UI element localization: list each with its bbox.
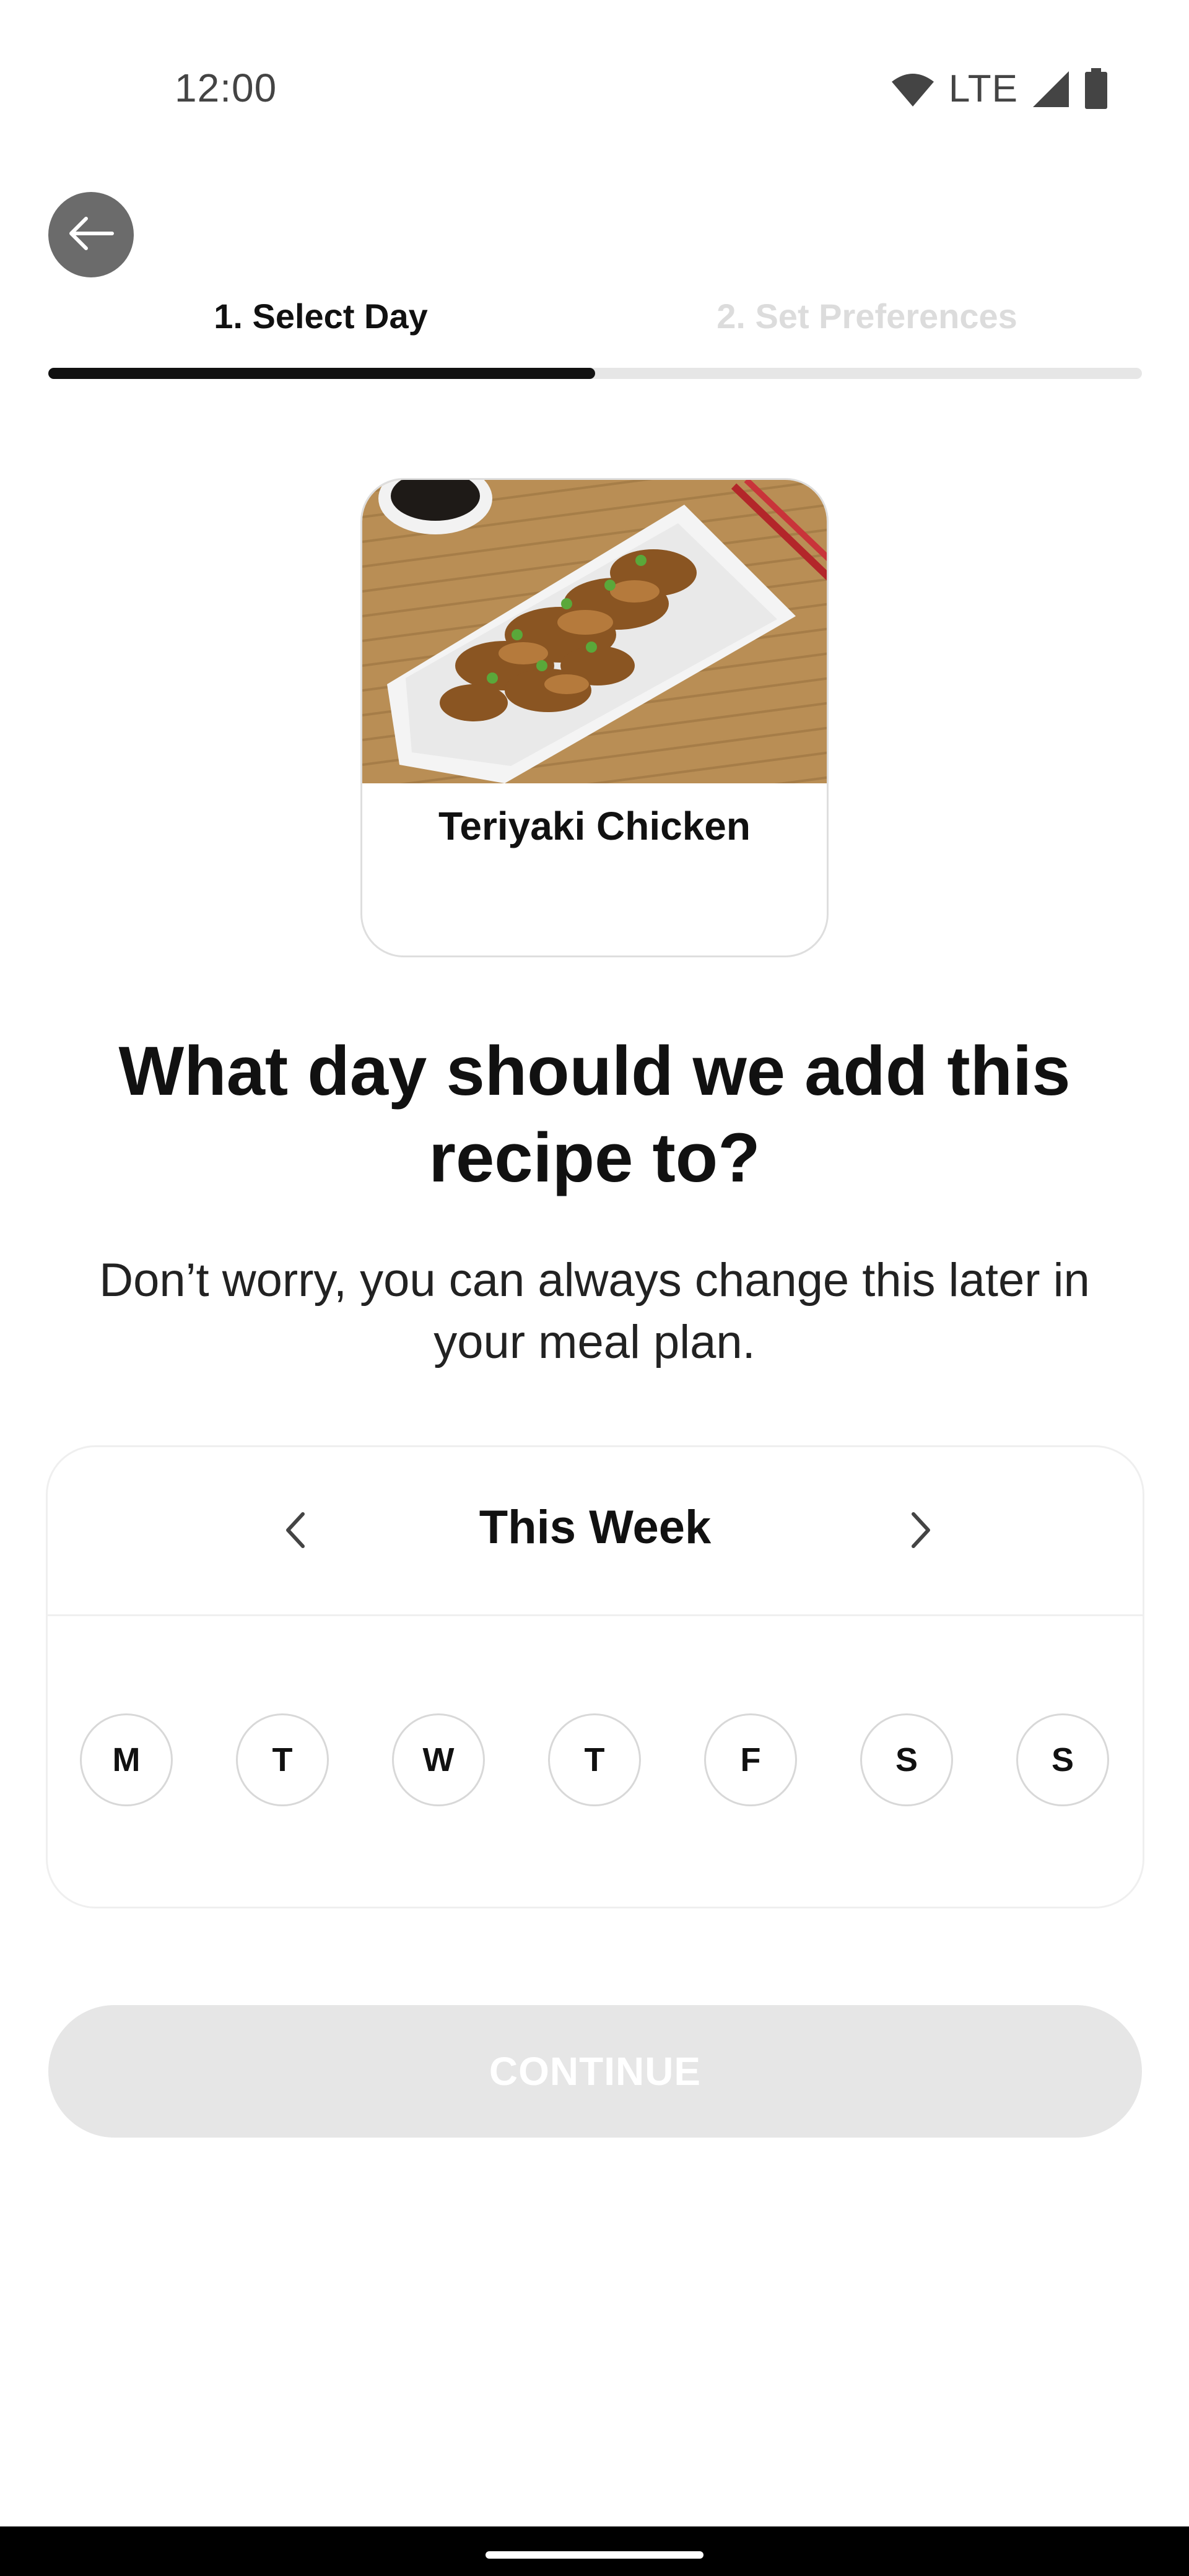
week-title: This Week	[479, 1501, 712, 1554]
status-icons: LTE	[891, 67, 1108, 111]
home-indicator[interactable]	[486, 2551, 703, 2559]
day-button-friday[interactable]: F	[704, 1713, 797, 1806]
battery-icon	[1084, 67, 1108, 110]
next-week-button[interactable]	[896, 1507, 946, 1556]
day-button-thursday[interactable]: T	[548, 1713, 641, 1806]
day-row: M T W T F S S	[80, 1713, 1114, 1810]
day-button-sunday[interactable]: S	[1016, 1713, 1109, 1806]
back-button[interactable]	[48, 192, 134, 277]
continue-button[interactable]: CONTINUE	[48, 2005, 1142, 2138]
week-selector: This Week M T W T F S S	[46, 1445, 1144, 1908]
progress-bar-fill	[48, 368, 595, 379]
status-time: 12:00	[175, 66, 277, 110]
divider	[48, 1614, 1143, 1616]
recipe-name: Teriyaki Chicken	[438, 804, 751, 848]
step-select-day: 1. Select Day	[214, 297, 428, 336]
progress-bar	[48, 368, 1142, 379]
network-type: LTE	[948, 67, 1018, 110]
system-nav-bar	[0, 2526, 1189, 2576]
chevron-right-icon	[908, 1510, 933, 1553]
step-set-preferences: 2. Set Preferences	[716, 297, 1017, 336]
recipe-image	[362, 480, 827, 783]
day-button-wednesday[interactable]: W	[392, 1713, 485, 1806]
day-button-monday[interactable]: M	[80, 1713, 173, 1806]
day-button-tuesday[interactable]: T	[236, 1713, 329, 1806]
wifi-icon	[891, 71, 935, 108]
signal-icon	[1032, 70, 1070, 108]
recipe-card: Teriyaki Chicken	[360, 478, 829, 957]
page-title: What day should we add this recipe to?	[118, 1032, 1071, 1196]
page-subtitle: Don’t worry, you can always change this …	[99, 1254, 1090, 1368]
arrow-left-icon	[68, 215, 115, 255]
day-button-saturday[interactable]: S	[860, 1713, 953, 1806]
